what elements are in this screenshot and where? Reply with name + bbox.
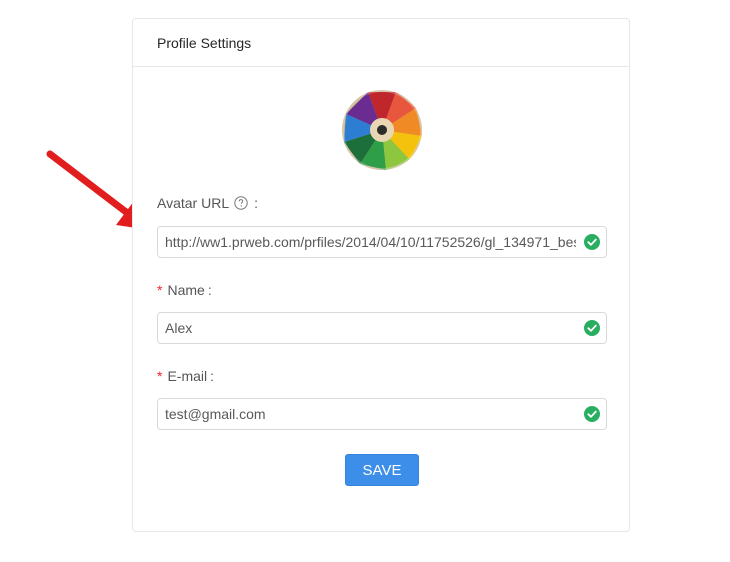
- card-title: Profile Settings: [157, 34, 252, 51]
- name-label: * Name :: [157, 282, 212, 298]
- avatar-url-input[interactable]: [157, 226, 607, 258]
- avatar: [342, 90, 422, 170]
- email-label: * E-mail :: [157, 368, 215, 384]
- save-button[interactable]: SAVE: [345, 454, 419, 486]
- page: Profile Settings Avatar URL: http://ww1…: [0, 0, 730, 562]
- check-circle-icon: [584, 320, 600, 336]
- check-circle-icon: [584, 234, 600, 250]
- email-input[interactable]: [157, 398, 607, 430]
- card-header: Profile Settings: [133, 19, 629, 67]
- avatar-url-label: Avatar URL :: [157, 195, 258, 211]
- check-circle-icon: [584, 406, 600, 422]
- name-input[interactable]: [157, 312, 607, 344]
- question-circle-icon[interactable]: [234, 196, 248, 210]
- profile-settings-card: Profile Settings Avatar URL: http://ww1…: [132, 18, 630, 532]
- colored-pencils-avatar: [342, 90, 422, 170]
